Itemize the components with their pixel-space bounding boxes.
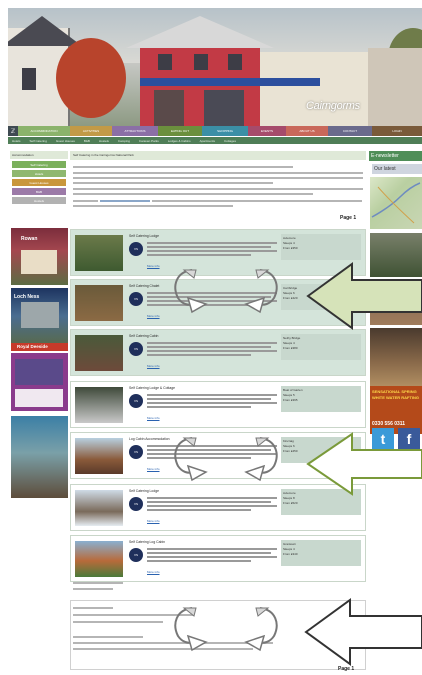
- cycle-arrows-bottom: [174, 607, 278, 651]
- annotation-overlay: [174, 262, 422, 666]
- arrow-left-white: [304, 598, 422, 666]
- cycle-arrows-top: [174, 269, 278, 313]
- arrow-left-green-small: [306, 432, 422, 496]
- cycle-arrows-middle: [174, 437, 278, 481]
- arrow-left-green-large: [306, 262, 422, 330]
